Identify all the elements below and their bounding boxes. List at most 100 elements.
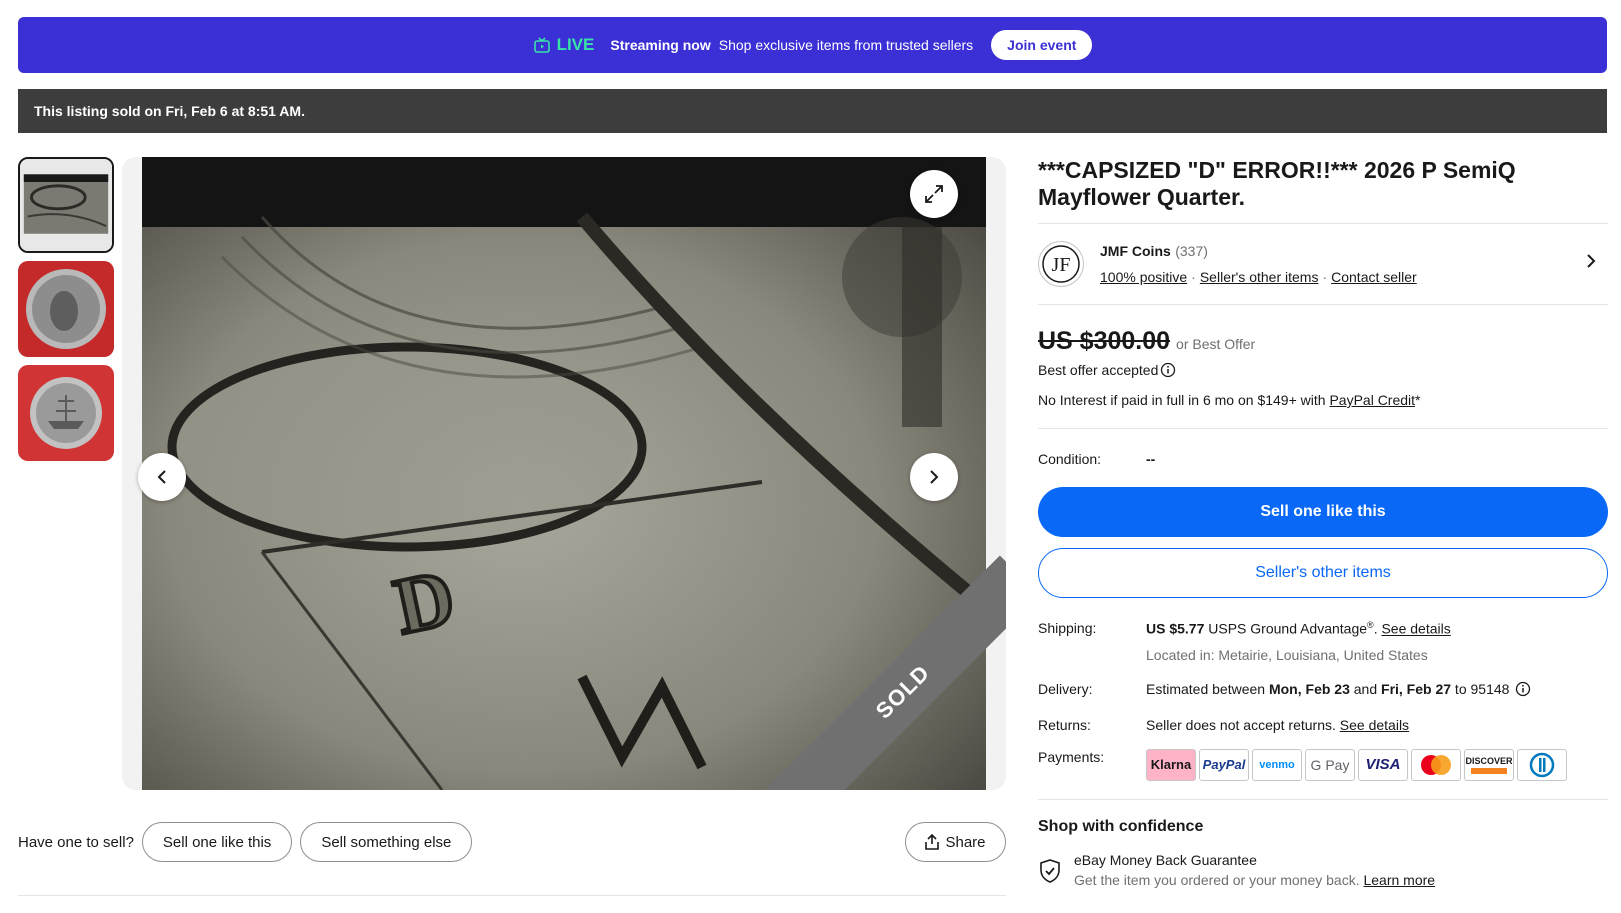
- shop-with-confidence-title: Shop with confidence: [1038, 817, 1204, 835]
- payments-row: Payments: Klarna PayPal venmo G Pay VISA…: [1038, 748, 1608, 781]
- shield-check-icon: [1040, 858, 1060, 883]
- thumbnail-2[interactable]: [18, 261, 114, 357]
- price-row: US $300.00 or Best Offer: [1038, 327, 1608, 356]
- sold-notice-bar: This listing sold on Fri, Feb 6 at 8:51 …: [18, 89, 1607, 133]
- seller-positive-link[interactable]: 100% positive: [1100, 269, 1187, 285]
- best-offer-accepted-row: Best offer accepted: [1038, 362, 1608, 378]
- registered-mark: ®: [1367, 620, 1374, 630]
- sell-prompt-row: Have one to sell? Sell one like this Sel…: [18, 822, 480, 862]
- shop-with-confidence-section: Shop with confidence eBay Money Back Gua…: [1038, 818, 1608, 890]
- thumbnail-3[interactable]: [18, 365, 114, 461]
- share-button[interactable]: Share: [905, 822, 1006, 862]
- seller-avatar[interactable]: JF: [1038, 241, 1084, 287]
- returns-row: Returns: Seller does not accept returns.…: [1038, 717, 1608, 733]
- seller-other-items-link[interactable]: Seller's other items: [1200, 269, 1319, 285]
- chevron-left-icon: [157, 470, 166, 484]
- banner-text: Shop exclusive items from trusted seller…: [718, 37, 974, 53]
- delivery-label: Delivery:: [1038, 680, 1093, 697]
- coin-reverse-thumb-image: [18, 365, 114, 461]
- shipping-label: Shipping:: [1038, 620, 1097, 636]
- discover-label: DISCOVER: [1465, 755, 1513, 766]
- learn-more-link[interactable]: Learn more: [1363, 872, 1435, 888]
- thumbnail-1[interactable]: [18, 157, 114, 253]
- live-tv-icon: [533, 37, 550, 53]
- main-image-viewer: D SOLD: [122, 157, 1006, 790]
- shipping-row: Shipping: US $5.77 USPS Ground Advantage…: [1038, 620, 1451, 663]
- shipping-see-details-link[interactable]: See details: [1381, 621, 1450, 637]
- info-icon[interactable]: [1160, 362, 1176, 378]
- google-pay-logo: G Pay: [1305, 748, 1355, 781]
- delivery-start-date: Mon, Feb 23: [1268, 680, 1350, 697]
- separator-dot: ·: [1322, 269, 1328, 285]
- payment-logos: Klarna PayPal venmo G Pay VISA DISCOVER: [1146, 748, 1567, 781]
- join-event-button[interactable]: Join event: [991, 30, 1093, 60]
- delivery-zip: to 95148: [1451, 680, 1510, 697]
- have-one-to-sell-label: Have one to sell?: [18, 833, 134, 851]
- financing-text: No Interest if paid in full in 6 mo on $…: [1038, 392, 1330, 408]
- seller-card[interactable]: JF JMF Coins (337) 100% positive · Seller'…: [1038, 224, 1608, 304]
- listing-title: ***CAPSIZED "D" ERROR!!*** 2026 P SemiQ …: [1038, 157, 1516, 210]
- chevron-right-icon: [930, 470, 939, 484]
- chevron-right-icon[interactable]: [1584, 252, 1598, 270]
- diners-club-icon: [1529, 752, 1555, 777]
- money-back-guarantee: eBay Money Back Guarantee Get the item y…: [1038, 850, 1608, 890]
- listing-details: ***CAPSIZED "D" ERROR!!*** 2026 P SemiQ …: [1038, 157, 1608, 890]
- sell-one-like-this-button[interactable]: Sell one like this: [1038, 487, 1608, 537]
- seller-initials: JF: [1052, 254, 1071, 276]
- divider: [1038, 428, 1608, 429]
- item-location: Located in: Metairie, Louisiana, United …: [1146, 646, 1428, 663]
- returns-text: Seller does not accept returns.: [1146, 716, 1340, 733]
- seller-feedback-count: (337): [1175, 243, 1208, 259]
- info-icon[interactable]: [1515, 681, 1531, 697]
- streaming-now-label: Streaming now: [610, 37, 711, 53]
- sell-one-like-this-pill[interactable]: Sell one like this: [141, 822, 293, 862]
- delivery-and: and: [1349, 680, 1382, 697]
- visa-logo: VISA: [1358, 748, 1408, 781]
- divider: [18, 895, 1006, 896]
- discover-logo: DISCOVER: [1464, 748, 1514, 781]
- guarantee-text: Get the item you ordered or your money b…: [1074, 871, 1364, 888]
- condition-row: Condition: --: [1038, 451, 1608, 467]
- divider: [1038, 798, 1608, 800]
- sold-notice-text: This listing sold on Fri, Feb 6 at 8:51 …: [34, 103, 305, 119]
- coin-closeup-thumb-image: [20, 159, 112, 251]
- mastercard-logo: [1411, 748, 1461, 781]
- shipping-price: US $5.77: [1146, 620, 1205, 637]
- delivery-prefix: Estimated between: [1146, 680, 1269, 697]
- delivery-row: Delivery: Estimated between Mon, Feb 23 …: [1038, 681, 1608, 697]
- live-label: LIVE: [556, 35, 595, 54]
- previous-image-button[interactable]: [138, 453, 186, 501]
- share-label: Share: [945, 833, 986, 851]
- contact-seller-link[interactable]: Contact seller: [1331, 269, 1417, 285]
- shipping-service: USPS Ground Advantage: [1208, 620, 1368, 637]
- returns-see-details-link[interactable]: See details: [1340, 717, 1409, 733]
- share-icon: [925, 834, 940, 850]
- best-offer-accepted-label: Best offer accepted: [1038, 362, 1159, 378]
- best-offer-label: or Best Offer: [1176, 336, 1256, 352]
- mastercard-icon: [1421, 754, 1451, 775]
- diners-club-logo: [1517, 748, 1567, 781]
- delivery-end-date: Fri, Feb 27: [1381, 680, 1452, 697]
- condition-label: Condition:: [1038, 451, 1102, 467]
- condition-value: --: [1146, 451, 1156, 467]
- expand-icon: [925, 185, 943, 203]
- paypal-logo: PayPal: [1199, 748, 1249, 781]
- discover-stripe: [1471, 767, 1507, 774]
- payments-label: Payments:: [1038, 748, 1105, 765]
- live-event-banner: LIVE Streaming now Shop exclusive items …: [18, 17, 1607, 73]
- paypal-credit-link[interactable]: PayPal Credit: [1329, 392, 1415, 408]
- guarantee-title: eBay Money Back Guarantee: [1074, 851, 1257, 868]
- seller-logo-icon: JF: [1042, 245, 1080, 283]
- price: US $300.00: [1038, 327, 1171, 355]
- klarna-logo: Klarna: [1146, 748, 1196, 781]
- separator-dot: ·: [1191, 269, 1196, 285]
- seller-name[interactable]: JMF Coins: [1100, 243, 1171, 259]
- sell-something-else-pill[interactable]: Sell something else: [300, 822, 473, 862]
- fullscreen-button[interactable]: [910, 170, 958, 218]
- sellers-other-items-button[interactable]: Seller's other items: [1038, 548, 1608, 598]
- next-image-button[interactable]: [910, 453, 958, 501]
- venmo-logo: venmo: [1252, 748, 1302, 781]
- divider: [1038, 304, 1608, 305]
- financing-row: No Interest if paid in full in 6 mo on $…: [1038, 392, 1608, 408]
- financing-suffix: *: [1415, 392, 1421, 408]
